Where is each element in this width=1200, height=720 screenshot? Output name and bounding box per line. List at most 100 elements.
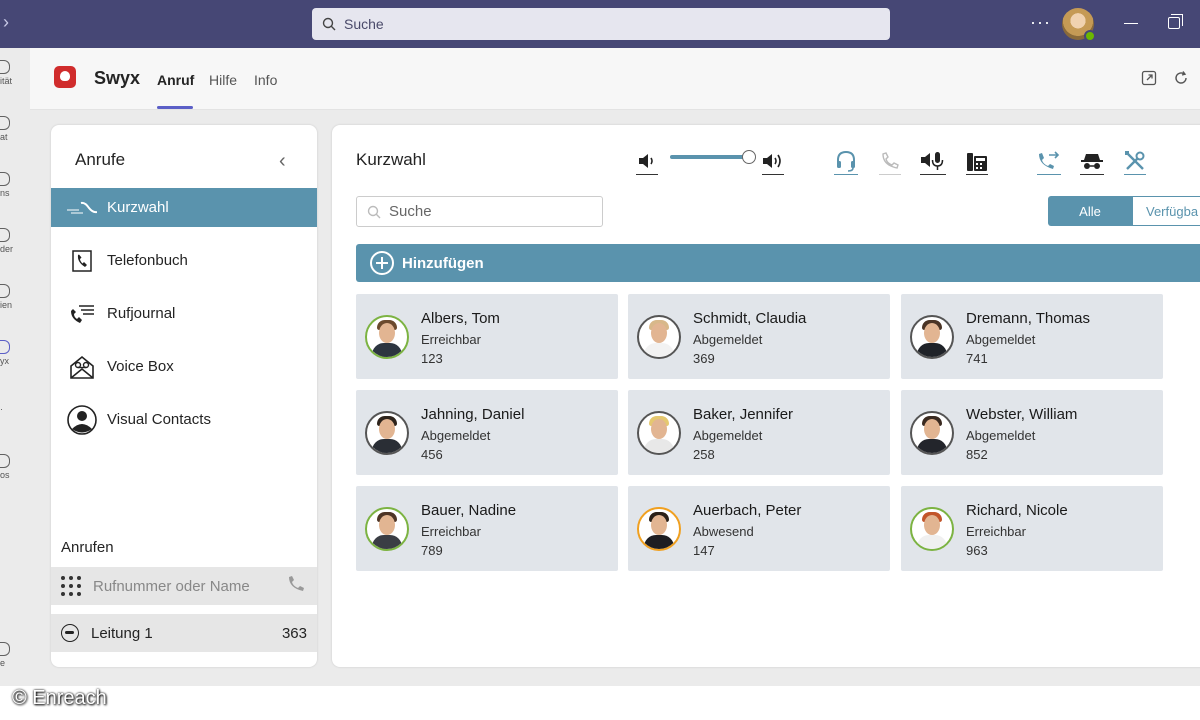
contact-extension: 456 [421,447,443,462]
deskphone-button[interactable] [966,147,988,175]
global-search-placeholder: Suche [344,16,384,32]
contact-card[interactable]: Schmidt, Claudia Abgemeldet 369 [628,294,890,379]
contact-status: Erreichbar [421,524,481,539]
contact-status: Abgemeldet [966,428,1036,443]
contact-name: Auerbach, Peter [693,502,802,519]
rail-item-files[interactable]: ien [0,284,28,310]
volume-slider-knob[interactable] [742,150,756,164]
calendar-icon [0,228,10,242]
line-status-icon [61,624,79,642]
rail-item-more[interactable]: · [0,404,28,414]
expand-chevron-icon[interactable]: › [3,12,9,33]
rail-item-activity[interactable]: ität [0,60,28,86]
contact-extension: 852 [966,447,988,462]
nav-item-telefonbuch[interactable]: Telefonbuch [51,241,317,280]
phonebook-icon [67,249,97,273]
contact-name: Richard, Nicole [966,502,1068,519]
contact-card[interactable]: Richard, Nicole Erreichbar 963 [901,486,1163,571]
rail-item-label: os [0,470,10,480]
nav-item-rufjournal[interactable]: Rufjournal [51,294,317,333]
rail-item-label: · [0,404,3,414]
settings-tools-button[interactable] [1124,147,1146,175]
tools-icon [1125,150,1145,170]
presence-available-icon [1084,30,1096,42]
volume-down-button[interactable] [636,147,658,175]
handset-icon [882,151,899,169]
nav-item-visual-contacts[interactable]: Visual Contacts [51,400,317,439]
tab-info[interactable]: Info [254,72,277,88]
line-number: 363 [281,624,307,642]
anonymous-button[interactable] [1080,147,1104,175]
nav-item-kurzwahl[interactable]: Kurzwahl [51,188,317,227]
contact-name: Jahning, Daniel [421,406,525,423]
contact-card[interactable]: Dremann, Thomas Abgemeldet 741 [901,294,1163,379]
rail-item-chat[interactable]: at [0,116,28,142]
teams-app-rail: ität at ns der ien yx · os e [0,48,28,688]
rail-item-label: yx [0,356,9,366]
contact-card[interactable]: Jahning, Daniel Abgemeldet 456 [356,390,618,475]
minimize-button[interactable] [1124,23,1138,24]
contact-name: Schmidt, Claudia [693,310,807,327]
contact-card[interactable]: Baker, Jennifer Abgemeldet 258 [628,390,890,475]
collapse-panel-chevron-icon[interactable]: ‹ [279,150,286,173]
add-contact-button[interactable]: Hinzufügen [356,244,1200,282]
speaker-low-icon [639,153,653,168]
rail-item-label: der [0,244,14,254]
volume-up-button[interactable] [762,147,784,175]
tab-anruf[interactable]: Anruf [157,72,194,88]
nav-item-voicebox[interactable]: Voice Box [51,347,317,386]
filter-available-button[interactable]: Verfügba [1132,196,1200,226]
contact-card[interactable]: Bauer, Nadine Erreichbar 789 [356,486,618,571]
contact-avatar [365,411,409,455]
headset-button[interactable] [834,147,858,175]
contact-avatar [637,315,681,359]
rail-item-teams[interactable]: ns [0,172,28,198]
nav-item-label: Kurzwahl [107,199,169,216]
user-avatar[interactable] [1062,8,1096,42]
dial-phone-icon[interactable] [287,575,305,598]
speed-dial-search-placeholder: Suche [389,203,432,220]
contact-name: Webster, William [966,406,1078,423]
contact-status: Abwesend [693,524,754,539]
plus-circle-icon [370,251,394,275]
contact-status: Abgemeldet [693,332,763,347]
more-options-button[interactable]: ··· [1030,12,1051,33]
handset-button[interactable] [879,147,901,175]
contact-extension: 369 [693,351,715,366]
restore-button[interactable] [1168,14,1183,29]
contact-status: Abgemeldet [421,428,491,443]
speaker-mic-button[interactable] [920,147,946,175]
line-1-row[interactable]: Leitung 1 363 [51,614,317,652]
tab-hilfe[interactable]: Hilfe [209,72,237,88]
voicebox-icon [67,355,97,379]
contact-extension: 258 [693,447,715,462]
rail-item-calendar[interactable]: der [0,228,28,254]
contact-avatar [637,411,681,455]
chat-icon [0,116,10,130]
refresh-icon[interactable] [1173,70,1189,86]
speed-dial-title: Kurzwahl [356,150,426,169]
volume-slider[interactable] [670,150,756,164]
contact-avatar [365,315,409,359]
dialpad-icon[interactable] [61,576,81,596]
contact-avatar [365,507,409,551]
add-contact-label: Hinzufügen [402,254,484,272]
rail-item-label: ns [0,188,10,198]
filter-all-button[interactable]: Alle [1048,196,1132,226]
speed-dial-search-input[interactable]: Suche [356,196,603,227]
call-forward-button[interactable] [1037,147,1061,175]
contact-extension: 963 [966,543,988,558]
dial-input[interactable]: Rufnummer oder Name [51,567,317,605]
contact-card[interactable]: Auerbach, Peter Abwesend 147 [628,486,890,571]
rail-item-label: ität [0,76,13,86]
contact-avatar [637,507,681,551]
popout-icon[interactable] [1141,70,1157,86]
global-search-input[interactable]: Suche [312,8,890,40]
rail-item-swyx[interactable]: yx [0,340,28,366]
contact-avatar [910,507,954,551]
contact-card[interactable]: Webster, William Abgemeldet 852 [901,390,1163,475]
contact-status: Erreichbar [421,332,481,347]
rail-item-help[interactable]: e [0,642,28,668]
rail-item-apps[interactable]: os [0,454,28,480]
contact-card[interactable]: Albers, Tom Erreichbar 123 [356,294,618,379]
